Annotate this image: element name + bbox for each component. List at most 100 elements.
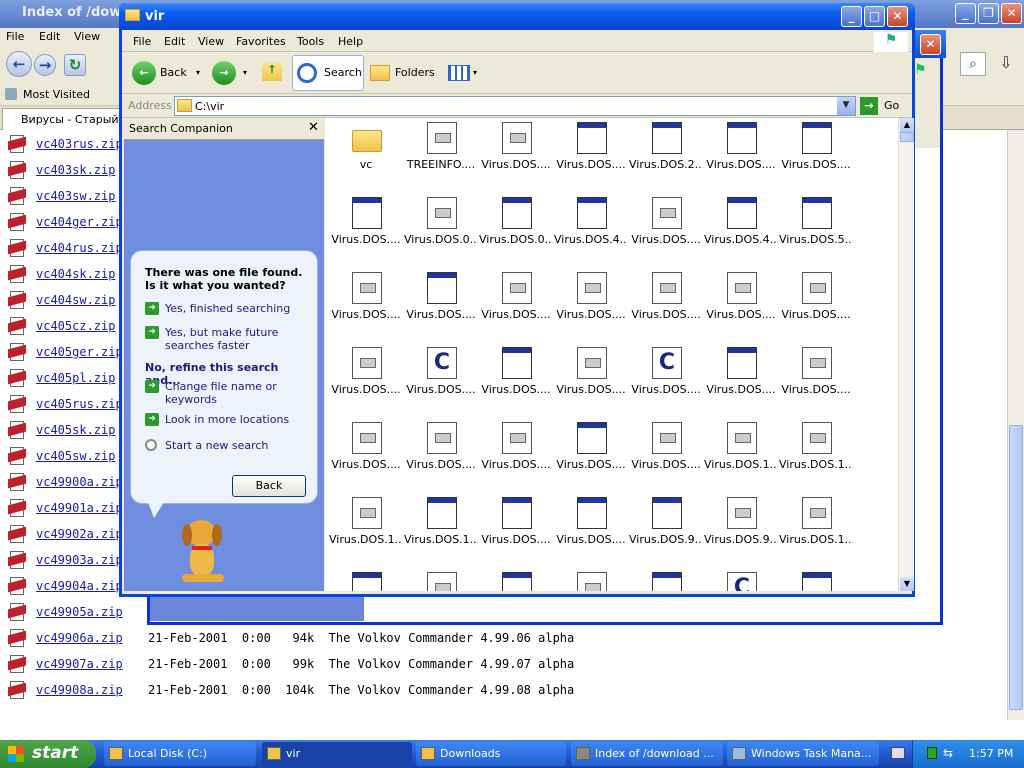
- file-item[interactable]: C Virus.DOS....: [404, 347, 478, 422]
- file-link[interactable]: vc405ger.zip: [36, 345, 123, 359]
- file-item[interactable]: vc: [329, 122, 403, 197]
- file-item[interactable]: Virus.DOS.9...: [704, 497, 778, 572]
- back-icon[interactable]: ←: [6, 51, 32, 77]
- file-item-partial[interactable]: [329, 572, 403, 591]
- file-link[interactable]: vc403sk.zip: [36, 163, 115, 177]
- file-item-partial[interactable]: [404, 572, 478, 591]
- file-link[interactable]: vc49905a.zip: [36, 605, 123, 619]
- file-item[interactable]: Virus.DOS....: [329, 347, 403, 422]
- option-more-locations[interactable]: ➜ Look in more locations: [145, 413, 313, 427]
- option-change-file-name[interactable]: ➜ Change file name or keywords: [145, 380, 313, 408]
- file-item[interactable]: Virus.DOS....: [554, 272, 628, 347]
- vir-minimize-button[interactable]: _: [841, 6, 862, 27]
- file-item[interactable]: Virus.DOS....: [554, 122, 628, 197]
- address-field[interactable]: C:\vir ▼: [174, 96, 856, 116]
- file-item[interactable]: Virus.DOS.1...: [704, 422, 778, 497]
- file-item[interactable]: Virus.DOS.1...: [779, 422, 853, 497]
- back-button[interactable]: ← Back ▾: [132, 56, 206, 90]
- file-item-partial[interactable]: [629, 572, 703, 591]
- taskbar-button[interactable]: Downloads: [416, 742, 566, 766]
- option-new-search[interactable]: Start a new search: [145, 439, 313, 453]
- file-link[interactable]: vc404sk.zip: [36, 267, 115, 281]
- vir-maximize-button[interactable]: □: [864, 6, 885, 27]
- menu-file[interactable]: File: [133, 35, 151, 48]
- file-link[interactable]: vc403rus.zip: [36, 137, 123, 151]
- file-item[interactable]: Virus.DOS.1...: [329, 497, 403, 572]
- file-item[interactable]: Virus.DOS....: [554, 347, 628, 422]
- chevron-down-icon[interactable]: ▾: [243, 56, 247, 90]
- scrollbar-thumb[interactable]: [900, 132, 914, 142]
- file-item[interactable]: Virus.DOS....: [329, 272, 403, 347]
- menu-edit[interactable]: Edit: [164, 35, 185, 48]
- option-finished-searching[interactable]: ➜ Yes, finished searching: [145, 302, 313, 316]
- taskbar-button[interactable]: vir: [262, 742, 412, 766]
- files-scrollbar[interactable]: ▲ ▼: [898, 118, 914, 591]
- pane-back-button[interactable]: Back: [232, 475, 306, 497]
- file-item[interactable]: Virus.DOS....: [779, 347, 853, 422]
- file-item[interactable]: Virus.DOS....: [704, 272, 778, 347]
- search-icon[interactable]: ⌕: [960, 52, 986, 76]
- file-link[interactable]: vc49907a.zip: [36, 657, 123, 671]
- vir-titlebar[interactable]: vir _ □ ✕: [119, 3, 915, 30]
- restore-button[interactable]: ❐: [978, 3, 999, 24]
- file-item[interactable]: Virus.DOS.0...: [479, 197, 553, 272]
- menu-view[interactable]: View: [198, 35, 224, 48]
- file-item[interactable]: Virus.DOS.2...: [629, 122, 703, 197]
- close-icon[interactable]: ✕: [308, 120, 319, 135]
- file-item[interactable]: Virus.DOS.9...: [629, 497, 703, 572]
- file-link[interactable]: vc49908a.zip: [36, 683, 123, 697]
- file-item[interactable]: Virus.DOS....: [479, 122, 553, 197]
- file-item[interactable]: C Virus.DOS....: [629, 347, 703, 422]
- file-item[interactable]: Virus.DOS.0...: [404, 197, 478, 272]
- up-folder-button[interactable]: ↑: [260, 56, 284, 90]
- file-item[interactable]: Virus.DOS....: [404, 272, 478, 347]
- search-button[interactable]: Search: [292, 55, 364, 91]
- menu-edit[interactable]: Edit: [39, 30, 60, 43]
- download-icon[interactable]: ⇩: [994, 52, 1018, 76]
- taskbar-button[interactable]: Windows Task Mana...: [727, 742, 879, 766]
- option-faster-searches[interactable]: ➜ Yes, but make future searches faster: [145, 326, 313, 354]
- file-link[interactable]: vc404ger.zip: [36, 215, 123, 229]
- menu-view[interactable]: View: [74, 30, 100, 43]
- firefox-scrollbar[interactable]: [1007, 130, 1024, 720]
- file-item[interactable]: TREEINFO....: [404, 122, 478, 197]
- file-item[interactable]: Virus.DOS.5...: [779, 197, 853, 272]
- file-item[interactable]: Virus.DOS....: [329, 422, 403, 497]
- file-link[interactable]: vc405pl.zip: [36, 371, 115, 385]
- file-item[interactable]: Virus.DOS....: [479, 272, 553, 347]
- taskbar-button[interactable]: Local Disk (C:): [104, 742, 256, 766]
- views-button[interactable]: ▾: [446, 56, 482, 90]
- go-button[interactable]: → Go: [860, 97, 908, 115]
- file-item-partial[interactable]: C: [704, 572, 778, 591]
- file-item[interactable]: Virus.DOS....: [704, 122, 778, 197]
- file-link[interactable]: vc405sw.zip: [36, 449, 115, 463]
- vir-close-button[interactable]: ✕: [887, 6, 908, 27]
- file-item[interactable]: Virus.DOS....: [404, 422, 478, 497]
- chevron-down-icon[interactable]: ▾: [473, 56, 477, 90]
- menu-favorites[interactable]: Favorites: [236, 35, 286, 48]
- forward-button[interactable]: → ▾: [210, 56, 254, 90]
- taskbar-button[interactable]: Index of /download ...: [571, 742, 723, 766]
- file-item[interactable]: Virus.DOS....: [629, 422, 703, 497]
- file-item-partial[interactable]: [779, 572, 853, 591]
- file-link[interactable]: vc49900a.zip: [36, 475, 123, 489]
- file-link[interactable]: vc49906a.zip: [36, 631, 123, 645]
- file-link[interactable]: vc49902a.zip: [36, 527, 123, 541]
- close-button[interactable]: ✕: [1001, 3, 1022, 24]
- keyboard-icon[interactable]: [891, 747, 905, 759]
- file-link[interactable]: vc49901a.zip: [36, 501, 123, 515]
- file-item[interactable]: Virus.DOS....: [479, 497, 553, 572]
- file-link[interactable]: vc49904a.zip: [36, 579, 123, 593]
- file-link[interactable]: vc405cz.zip: [36, 319, 115, 333]
- downloads-close-button[interactable]: ✕: [920, 34, 941, 55]
- menu-tools[interactable]: Tools: [297, 35, 324, 48]
- file-link[interactable]: vc405rus.zip: [36, 397, 123, 411]
- file-item[interactable]: Virus.DOS.1...: [404, 497, 478, 572]
- scroll-up-icon[interactable]: ▲: [900, 118, 914, 132]
- network-icon[interactable]: ⇆: [943, 746, 953, 760]
- file-item[interactable]: Virus.DOS....: [704, 347, 778, 422]
- minimize-button[interactable]: _: [955, 3, 976, 24]
- folders-button[interactable]: Folders: [368, 56, 438, 90]
- file-item[interactable]: Virus.DOS....: [629, 197, 703, 272]
- file-item[interactable]: Virus.DOS....: [479, 422, 553, 497]
